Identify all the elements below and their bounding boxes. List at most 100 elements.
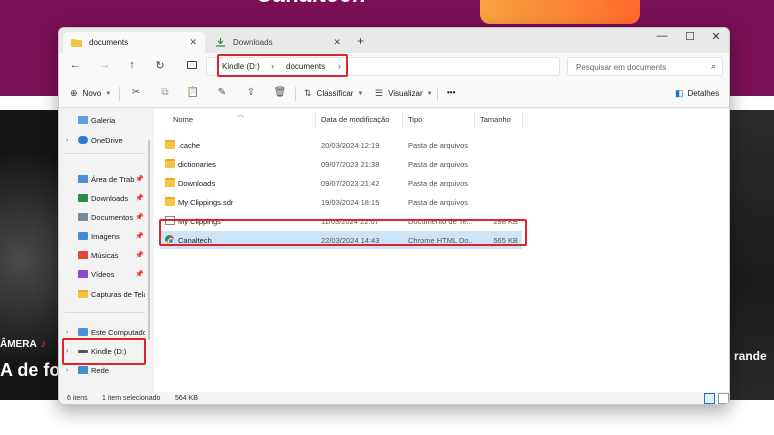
file-name: My Clippings.sdr	[178, 198, 234, 207]
file-date: 09/07/2023 21:42	[321, 179, 380, 188]
column-header-type[interactable]: Tipo	[408, 115, 422, 124]
column-header-size[interactable]: Tamanho	[480, 115, 511, 124]
pin-icon[interactable]: 📌	[135, 213, 144, 221]
sidebar-item-onedrive[interactable]: › OneDrive	[59, 132, 147, 148]
sidebar-item-screenshots[interactable]: Capturas de Tela	[59, 286, 147, 302]
pin-icon[interactable]: 📌	[135, 251, 144, 259]
paste-icon[interactable]: 📋	[186, 87, 200, 98]
sidebar-item-network[interactable]: › Rede	[59, 362, 147, 378]
desktop-icon	[78, 175, 88, 183]
details-view-button[interactable]	[704, 393, 715, 404]
breadcrumb-documents[interactable]: documents	[286, 62, 325, 71]
sidebar-divider	[65, 312, 145, 313]
column-header-name[interactable]: Nome	[173, 115, 193, 124]
view-label: Visualizar	[388, 89, 423, 98]
chevron-down-icon: ▼	[105, 90, 112, 97]
breadcrumb-separator[interactable]: ›	[271, 61, 274, 71]
background-right-text: rande	[734, 349, 767, 363]
documents-icon	[78, 213, 88, 221]
file-date: 09/07/2023 21:38	[321, 160, 380, 169]
sort-icon: ⇅	[304, 88, 312, 98]
tiles-view-button[interactable]	[718, 393, 729, 404]
refresh-button[interactable]: ↻	[152, 59, 168, 72]
sidebar-scrollbar[interactable]	[148, 140, 150, 340]
sidebar-divider	[65, 153, 145, 154]
sidebar-item-videos[interactable]: Vídeos 📌	[59, 266, 147, 282]
share-icon[interactable]: ⇪	[244, 87, 258, 98]
search-box[interactable]: Pesquisar em documents ⌕	[567, 57, 723, 76]
up-button[interactable]: ↑	[124, 59, 140, 71]
plus-circle-icon: ⊕	[70, 88, 78, 98]
chevron-right-icon[interactable]: ›	[66, 348, 68, 355]
folder-icon	[78, 290, 88, 298]
navigation-pane: Galeria › OneDrive Área de Trab 📌 Downlo…	[59, 109, 147, 392]
sidebar-item-pictures[interactable]: Imagens 📌	[59, 228, 147, 244]
new-tab-button[interactable]: +	[357, 34, 364, 48]
tab-label: Downloads	[233, 38, 273, 47]
folder-icon	[165, 140, 175, 149]
column-divider[interactable]	[474, 113, 475, 127]
selection-size: 564 KB	[175, 395, 198, 402]
chrome-icon	[165, 235, 174, 244]
forward-button[interactable]: →	[97, 59, 113, 71]
sidebar-item-documents[interactable]: Documentos 📌	[59, 209, 147, 225]
folder-icon	[165, 197, 175, 206]
minimize-button[interactable]: —	[651, 30, 673, 42]
folder-icon	[165, 178, 175, 187]
delete-icon[interactable]: 🗑	[273, 87, 287, 98]
maximize-button[interactable]: ☐	[679, 30, 701, 43]
file-row[interactable]: My Clippings 11/03/2024 22:07 Documento …	[160, 212, 522, 230]
pin-icon[interactable]: 📌	[135, 270, 144, 278]
sort-button[interactable]: ⇅ Classificar ▼	[304, 88, 363, 99]
file-type: Pasta de arquivos	[408, 160, 469, 169]
close-window-button[interactable]: ✕	[705, 30, 727, 43]
close-tab-icon[interactable]: ✕	[189, 37, 197, 48]
sidebar-item-desktop[interactable]: Área de Trab 📌	[59, 171, 147, 187]
file-row[interactable]: Downloads 09/07/2023 21:42 Pasta de arqu…	[160, 174, 522, 192]
download-icon	[216, 38, 225, 47]
more-options-button[interactable]: •••	[447, 88, 455, 97]
address-bar[interactable]: Kindle (D:) › documents ›	[206, 57, 560, 76]
selection-count: 1 item selecionado	[102, 395, 161, 402]
file-row-selected[interactable]: Canaltech 22/03/2024 14:43 Chrome HTML D…	[160, 231, 522, 249]
view-button[interactable]: ☰ Visualizar ▼	[375, 88, 433, 99]
command-bar: ⊕ Novo ▼ ✂ ⧉ 📋 ✎ ⇪ 🗑 ⇅ Classificar ▼ ☰ V…	[59, 80, 729, 108]
sidebar-item-music[interactable]: Músicas 📌	[59, 247, 147, 263]
tab-documents[interactable]: documents ✕	[63, 32, 205, 53]
column-divider[interactable]	[402, 113, 403, 127]
column-divider[interactable]	[315, 113, 316, 127]
chevron-right-icon[interactable]: ›	[66, 329, 68, 336]
close-tab-icon[interactable]: ✕	[333, 37, 341, 48]
sidebar-item-kindle[interactable]: › Kindle (D:)	[59, 343, 147, 359]
details-pane-icon: ◧	[675, 88, 684, 98]
copy-icon[interactable]: ⧉	[158, 87, 172, 98]
pin-icon[interactable]: 📌	[135, 194, 144, 202]
file-date: 20/03/2024 12:19	[321, 141, 380, 150]
back-button[interactable]: ←	[67, 59, 83, 71]
file-size: 565 KB	[493, 236, 518, 245]
file-date: 22/03/2024 14:43	[321, 236, 380, 245]
breadcrumb-kindle[interactable]: Kindle (D:)	[222, 62, 260, 71]
file-row[interactable]: dictionaries 09/07/2023 21:38 Pasta de a…	[160, 155, 522, 173]
tab-downloads[interactable]: Downloads ✕	[207, 32, 349, 53]
rename-icon[interactable]: ✎	[215, 87, 229, 98]
chevron-right-icon[interactable]: ›	[66, 137, 68, 144]
computer-icon[interactable]	[187, 61, 197, 69]
sidebar-item-gallery[interactable]: Galeria	[59, 112, 147, 128]
new-button[interactable]: ⊕ Novo ▼	[70, 88, 111, 99]
details-label: Detalhes	[687, 89, 720, 98]
sidebar-item-downloads[interactable]: Downloads 📌	[59, 190, 147, 206]
breadcrumb-separator[interactable]: ›	[338, 61, 341, 71]
column-header-date[interactable]: Data de modificação	[321, 115, 389, 124]
file-row[interactable]: My Clippings.sdr 19/03/2024 18:15 Pasta …	[160, 193, 522, 211]
details-button[interactable]: ◧ Detalhes	[675, 88, 719, 99]
column-divider[interactable]	[522, 113, 523, 127]
cut-icon[interactable]: ✂	[129, 87, 143, 98]
tab-label: documents	[89, 38, 129, 47]
file-row[interactable]: .cache 20/03/2024 12:19 Pasta de arquivo…	[160, 136, 522, 154]
chevron-right-icon[interactable]: ›	[66, 367, 68, 374]
sidebar-item-this-pc[interactable]: › Este Computador	[59, 324, 147, 340]
pin-icon[interactable]: 📌	[135, 232, 144, 240]
pin-icon[interactable]: 📌	[135, 175, 144, 183]
gallery-icon	[78, 116, 88, 124]
